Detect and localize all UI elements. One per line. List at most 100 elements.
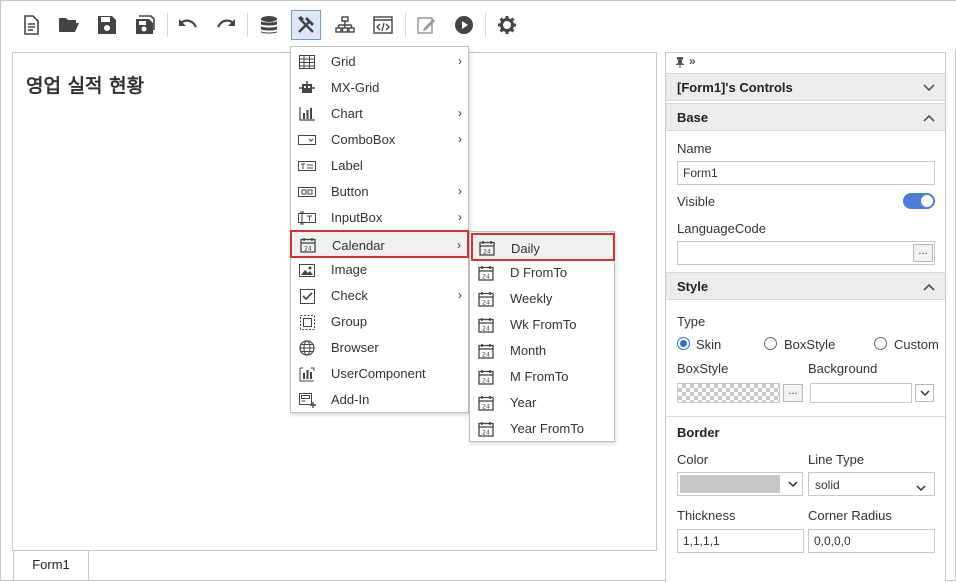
submenu-item-label: D FromTo bbox=[510, 265, 568, 280]
expand-double-chevron-icon[interactable]: » bbox=[689, 54, 696, 68]
menu-item-label: ComboBox bbox=[331, 132, 396, 147]
boxstyle-preview bbox=[677, 383, 780, 403]
name-field[interactable]: Form1 bbox=[677, 161, 935, 185]
code-icon[interactable] bbox=[368, 10, 398, 40]
mx-grid-icon bbox=[298, 80, 316, 96]
menu-item-label: Check bbox=[331, 288, 368, 303]
thickness-label: Thickness bbox=[677, 508, 736, 523]
form-tabbar: Form1 bbox=[12, 551, 657, 582]
calendar-icon: 24 bbox=[478, 240, 496, 256]
type-label: Type bbox=[677, 314, 706, 329]
menu-item-grid[interactable]: Grid › bbox=[291, 49, 468, 75]
menu-item-label: Group bbox=[331, 314, 368, 329]
type-custom-radio[interactable] bbox=[874, 337, 887, 350]
chevron-down-icon bbox=[916, 480, 926, 494]
menu-item-mx-grid[interactable]: MX-Grid bbox=[291, 75, 468, 101]
chevron-right-icon: › bbox=[458, 54, 462, 68]
background-dropdown-button[interactable] bbox=[915, 384, 934, 402]
submenu-item-year[interactable]: 24 Year bbox=[470, 390, 614, 416]
menu-item-check[interactable]: Check › bbox=[291, 283, 468, 309]
menu-item-usercomponent[interactable]: UserComponent bbox=[291, 361, 468, 387]
svg-text:24: 24 bbox=[482, 300, 490, 307]
chevron-down-icon[interactable] bbox=[923, 80, 935, 95]
menu-item-image[interactable]: Image bbox=[291, 257, 468, 283]
line-type-value: solid bbox=[815, 478, 840, 492]
calendar-submenu: 24 Daily 24 D FromTo 24 Weekly 24 Wk Fro… bbox=[469, 231, 615, 442]
pin-icon[interactable] bbox=[675, 56, 685, 71]
toolbar bbox=[1, 1, 956, 49]
border-section-title: Border bbox=[677, 425, 720, 440]
corner-radius-label: Corner Radius bbox=[808, 508, 892, 523]
type-skin-radio[interactable] bbox=[677, 337, 690, 350]
language-code-browse-button[interactable]: ... bbox=[913, 244, 933, 262]
hierarchy-icon[interactable] bbox=[330, 10, 360, 40]
menu-item-group[interactable]: Group bbox=[291, 309, 468, 335]
section-title: Base bbox=[677, 110, 709, 125]
button-icon bbox=[298, 184, 316, 200]
panel-controls-header[interactable]: [Form1]'s Controls bbox=[666, 73, 945, 101]
calendar-icon: 24 bbox=[477, 265, 495, 281]
background-field[interactable] bbox=[810, 383, 912, 403]
submenu-item-label: Month bbox=[510, 343, 547, 358]
new-file-icon[interactable] bbox=[16, 10, 46, 40]
section-style-header[interactable]: Style bbox=[666, 272, 945, 300]
label-icon bbox=[298, 158, 316, 174]
svg-text:24: 24 bbox=[482, 274, 490, 281]
form-title[interactable]: 영업 실적 현황 bbox=[26, 71, 144, 98]
submenu-item-wk-fromto[interactable]: 24 Wk FromTo bbox=[470, 312, 614, 338]
type-boxstyle-label: BoxStyle bbox=[784, 337, 836, 352]
menu-item-add-in[interactable]: Add-In bbox=[291, 387, 468, 413]
chevron-right-icon: › bbox=[457, 238, 461, 252]
menu-item-inputbox[interactable]: InputBox › bbox=[291, 205, 468, 231]
tab-form1[interactable]: Form1 bbox=[13, 551, 89, 581]
save-all-icon[interactable] bbox=[130, 10, 160, 40]
language-code-field[interactable] bbox=[677, 241, 935, 265]
type-boxstyle-radio[interactable] bbox=[764, 337, 777, 350]
group-icon bbox=[298, 314, 316, 330]
menu-item-button[interactable]: Button › bbox=[291, 179, 468, 205]
submenu-item-m-fromto[interactable]: 24 M FromTo bbox=[470, 364, 614, 390]
chevron-up-icon[interactable] bbox=[923, 110, 935, 125]
chevron-up-icon[interactable] bbox=[923, 279, 935, 294]
submenu-item-weekly[interactable]: 24 Weekly bbox=[470, 286, 614, 312]
redo-icon[interactable] bbox=[211, 10, 241, 40]
chevron-right-icon: › bbox=[458, 210, 462, 224]
gear-icon[interactable] bbox=[492, 10, 522, 40]
submenu-item-year-fromto[interactable]: 24 Year FromTo bbox=[470, 416, 614, 442]
menu-item-label: MX-Grid bbox=[331, 80, 380, 95]
submenu-item-label: Weekly bbox=[510, 291, 553, 306]
menu-item-calendar[interactable]: 24 Calendar › bbox=[290, 230, 469, 258]
menu-item-label: Image bbox=[331, 262, 368, 277]
menu-item-combobox[interactable]: ComboBox › bbox=[291, 127, 468, 153]
boxstyle-browse-button[interactable]: ... bbox=[783, 384, 803, 402]
save-icon[interactable] bbox=[92, 10, 122, 40]
svg-text:24: 24 bbox=[482, 326, 490, 333]
submenu-item-daily[interactable]: 24 Daily bbox=[471, 233, 615, 261]
edit-icon[interactable] bbox=[411, 10, 441, 40]
grid-icon bbox=[298, 54, 316, 70]
properties-panel: » [Form1]'s Controls Base Name Form1 Vis… bbox=[665, 52, 946, 582]
line-type-select[interactable]: solid bbox=[808, 472, 935, 496]
run-icon[interactable] bbox=[449, 10, 479, 40]
section-base-header[interactable]: Base bbox=[666, 103, 945, 131]
submenu-item-label: Daily bbox=[511, 241, 540, 256]
visible-toggle[interactable] bbox=[903, 193, 935, 209]
tools-icon[interactable] bbox=[291, 10, 321, 40]
menu-item-label[interactable]: Label bbox=[291, 153, 468, 179]
submenu-item-d-fromto[interactable]: 24 D FromTo bbox=[470, 260, 614, 286]
open-folder-icon[interactable] bbox=[54, 10, 84, 40]
calendar-icon: 24 bbox=[477, 421, 495, 437]
menu-item-browser[interactable]: Browser bbox=[291, 335, 468, 361]
menu-item-label: Chart bbox=[331, 106, 363, 121]
database-icon[interactable] bbox=[254, 10, 284, 40]
menu-item-label: UserComponent bbox=[331, 366, 426, 381]
calendar-icon: 24 bbox=[477, 343, 495, 359]
thickness-field[interactable]: 1,1,1,1 bbox=[677, 529, 804, 553]
undo-icon[interactable] bbox=[173, 10, 203, 40]
image-icon bbox=[298, 262, 316, 278]
border-color-dropdown-button[interactable] bbox=[783, 475, 802, 493]
menu-item-label: Label bbox=[331, 158, 363, 173]
menu-item-chart[interactable]: Chart › bbox=[291, 101, 468, 127]
submenu-item-month[interactable]: 24 Month bbox=[470, 338, 614, 364]
corner-radius-field[interactable]: 0,0,0,0 bbox=[808, 529, 935, 553]
